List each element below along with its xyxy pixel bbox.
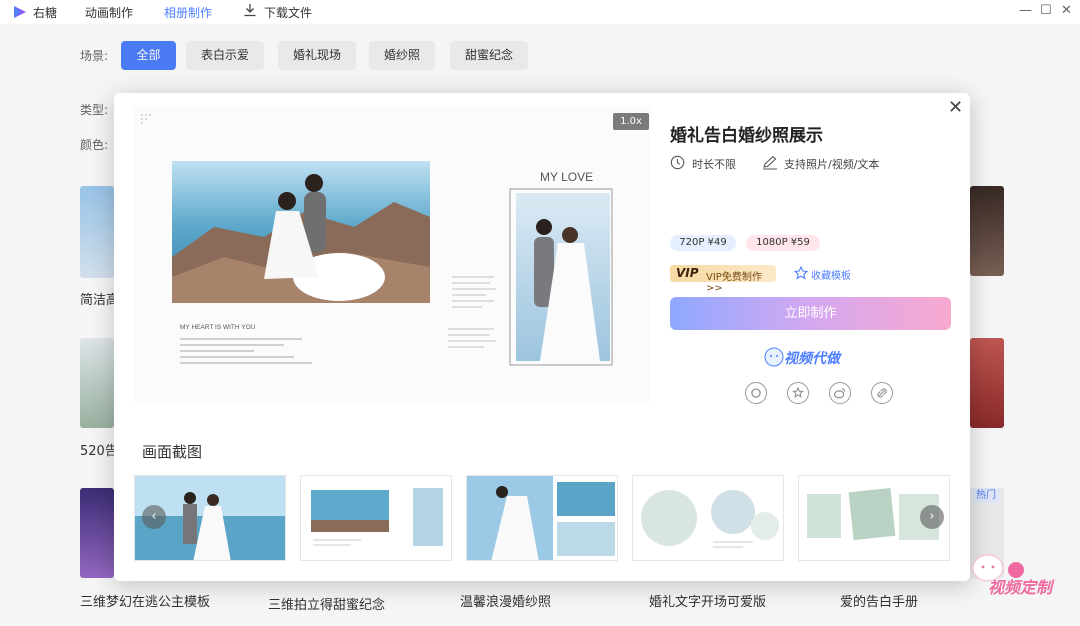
resolution-1080p-badge[interactable]: 1080P ¥59 xyxy=(746,235,820,251)
preview-heart-title: MY HEART IS WITH YOU xyxy=(180,324,256,331)
favorite-label: 收藏模板 xyxy=(811,271,851,282)
nav-animation[interactable]: 动画制作 xyxy=(85,4,133,21)
duration-text: 时长不限 xyxy=(692,158,736,171)
resolution-720p-badge[interactable]: 720P ¥49 xyxy=(670,235,736,251)
screenshot-thumbnail[interactable] xyxy=(466,475,618,561)
video-service-logo[interactable]: 视频代做 xyxy=(764,341,862,371)
template-title-heading: 婚礼告白婚纱照展示 xyxy=(670,126,823,146)
close-window-button[interactable]: ✕ xyxy=(1061,3,1072,18)
prev-screenshot-button[interactable]: ‹ xyxy=(142,505,166,529)
make-now-button[interactable]: 立即制作 xyxy=(670,297,951,330)
download-icon xyxy=(244,4,256,17)
maximize-button[interactable]: ☐ xyxy=(1040,3,1052,18)
vip-text: VIP免费制作>> xyxy=(706,272,762,294)
title-bar: 右糖 动画制作 相册制作 下载文件 — ☐ ✕ xyxy=(0,0,1080,24)
pen-icon xyxy=(763,155,777,170)
preview-artwork: MY HEART IS WITH YOU MY LOVE xyxy=(172,161,613,366)
screenshot-thumbnail[interactable] xyxy=(632,475,784,561)
vip-free-tag[interactable]: VIP VIP免费制作>> xyxy=(670,265,776,294)
playback-speed-badge[interactable]: 1.0x xyxy=(613,113,649,130)
clock-icon xyxy=(670,155,685,170)
watermark-text: 视频定制 xyxy=(988,578,1055,597)
vip-label: VIP xyxy=(676,266,699,280)
template-detail-modal: ✕ MY HEART IS WITH YOU MY LOVE 1.0x 婚礼告白… xyxy=(114,93,970,581)
weibo-icon[interactable] xyxy=(829,382,851,404)
star-outline-icon xyxy=(794,266,808,280)
service-logo-text: 视频代做 xyxy=(784,350,843,367)
star-icon[interactable] xyxy=(787,382,809,404)
close-icon[interactable]: ✕ xyxy=(948,97,963,118)
link-icon[interactable] xyxy=(871,382,893,404)
video-preview[interactable]: MY HEART IS WITH YOU MY LOVE xyxy=(134,107,650,403)
screenshots-heading: 画面截图 xyxy=(142,443,203,461)
preview-my-love: MY LOVE xyxy=(540,170,593,184)
next-screenshot-button[interactable]: › xyxy=(920,505,944,529)
video-custom-watermark: 视频定制 xyxy=(972,554,1055,597)
app-logo-icon xyxy=(14,6,26,18)
nav-album[interactable]: 相册制作 xyxy=(164,4,212,21)
minimize-button[interactable]: — xyxy=(1019,3,1032,18)
app-name: 右糖 xyxy=(33,6,58,20)
nav-downloads[interactable]: 下载文件 xyxy=(264,4,312,21)
screenshot-thumbnail[interactable] xyxy=(300,475,452,561)
qq-icon[interactable] xyxy=(745,382,767,404)
support-text: 支持照片/视频/文本 xyxy=(784,158,880,171)
